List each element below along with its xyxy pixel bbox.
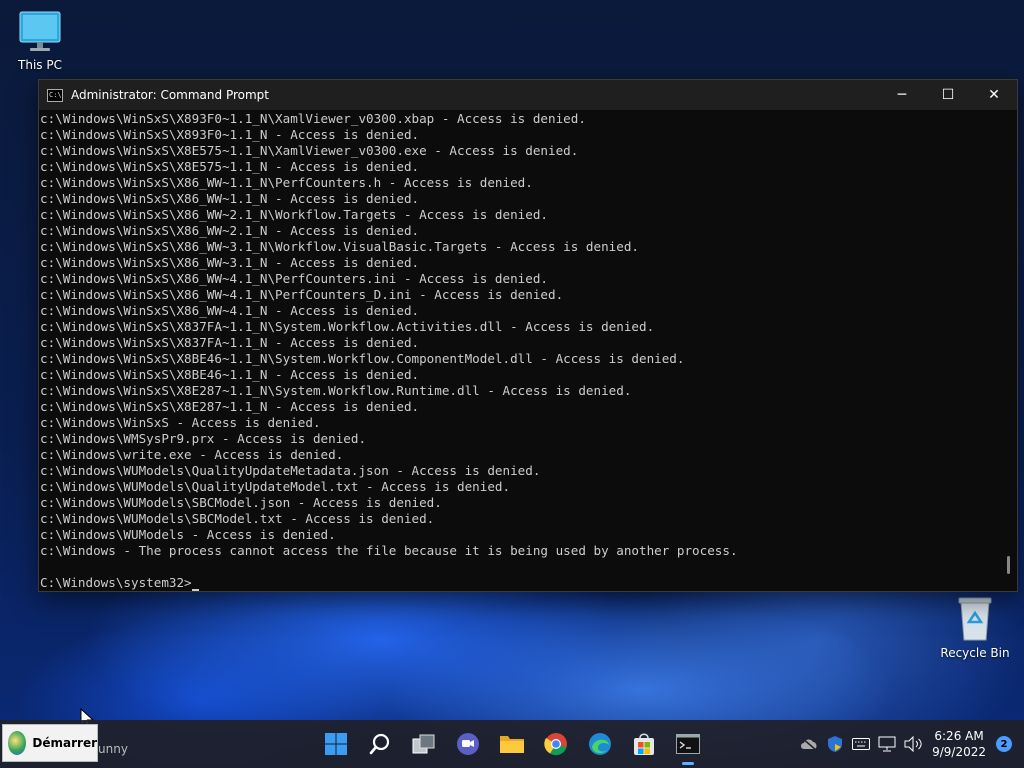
console-output[interactable]: c:\Windows\WinSxS\X893F0~1.1_N\XamlViewe… [39, 110, 999, 591]
console-line: c:\Windows\WinSxS\X893F0~1.1_N - Access … [40, 127, 420, 142]
console-line: c:\Windows\WinSxS\X86_WW~3.1_N - Access … [40, 255, 420, 270]
command-prompt-icon [676, 734, 700, 754]
console-line: c:\Windows\WinSxS\X8E575~1.1_N - Access … [40, 159, 420, 174]
console-line: c:\Windows\WUModels\SBCModel.json - Acce… [40, 495, 442, 510]
console-prompt: C:\Windows\system32> [40, 575, 192, 590]
console-line: c:\Windows\WinSxS\X8BE46~1.1_N - Access … [40, 367, 420, 382]
taskbar-chat[interactable] [446, 720, 490, 768]
desktop-icon-this-pc[interactable]: This PC [0, 10, 80, 72]
taskbar-store[interactable] [622, 720, 666, 768]
task-view-icon [412, 734, 435, 754]
monitor-icon [19, 11, 61, 51]
system-tray: 6:26 AM 9/9/2022 2 [796, 720, 1024, 768]
console-line: c:\Windows\WUModels - Access is denied. [40, 527, 336, 542]
tray-security[interactable] [822, 720, 848, 768]
console-line: c:\Windows\WUModels\QualityUpdateMetadat… [40, 463, 541, 478]
console-line: c:\Windows\WinSxS\X837FA~1.1_N - Access … [40, 335, 420, 350]
console-line: c:\Windows\WinSxS\X86_WW~4.1_N\PerfCount… [40, 271, 548, 286]
cloud-off-icon [801, 737, 817, 751]
console-line: c:\Windows\WinSxS\X86_WW~1.1_N - Access … [40, 191, 420, 206]
command-prompt-window[interactable]: C:\ Administrator: Command Prompt ─ ☐ ✕ … [38, 79, 1018, 592]
desktop-icon-label: Recycle Bin [940, 646, 1010, 660]
vertical-scrollbar[interactable] [999, 110, 1017, 591]
console-line: c:\Windows\write.exe - Access is denied. [40, 447, 344, 462]
console-line: c:\Windows\WinSxS\X8E287~1.1_N - Access … [40, 399, 420, 414]
console-line: c:\Windows\WinSxS\X86_WW~2.1_N - Access … [40, 223, 420, 238]
console-line: c:\Windows\WinSxS\X8BE46~1.1_N\System.Wo… [40, 351, 685, 366]
taskbar-task-view[interactable] [402, 720, 446, 768]
desktop-icon-label: This PC [18, 58, 62, 72]
console-line: c:\Windows\WMSysPr9.prx - Access is deni… [40, 431, 367, 446]
taskbar-file-explorer[interactable] [490, 720, 534, 768]
console-line: c:\Windows\WinSxS - Access is denied. [40, 415, 321, 430]
windows-start-icon [325, 733, 347, 755]
minimize-button[interactable]: ─ [879, 80, 925, 110]
taskbar-command-prompt[interactable] [666, 720, 710, 768]
search-icon [369, 733, 390, 755]
chrome-icon [544, 733, 567, 756]
notification-badge[interactable]: 2 [996, 736, 1012, 752]
console-line: c:\Windows\WinSxS\X86_WW~2.1_N\Workflow.… [40, 207, 548, 222]
taskbar-chrome[interactable] [534, 720, 578, 768]
console-line: c:\Windows\WinSxS\X8E287~1.1_N\System.Wo… [40, 383, 632, 398]
keyboard-icon [852, 738, 871, 750]
taskbar-search[interactable] [358, 720, 402, 768]
tray-network[interactable] [874, 720, 900, 768]
console-line: c:\Windows\WinSxS\X893F0~1.1_N\XamlViewe… [40, 111, 586, 126]
network-icon [878, 736, 896, 752]
console-line: c:\Windows\WinSxS\X86_WW~1.1_N\PerfCount… [40, 175, 533, 190]
store-icon [634, 733, 654, 755]
edge-icon [589, 733, 611, 755]
tray-onedrive[interactable] [796, 720, 822, 768]
taskbar: Démarrer unny 6:26 AM 9/9/2022 2 [0, 720, 1024, 768]
tray-volume[interactable] [900, 720, 926, 768]
console-line: c:\Windows - The process cannot access t… [40, 543, 738, 558]
console-line: c:\Windows\WinSxS\X8E575~1.1_N\XamlViewe… [40, 143, 579, 158]
command-prompt-icon: C:\ [47, 88, 63, 102]
close-button[interactable]: ✕ [971, 80, 1017, 110]
window-title: Administrator: Command Prompt [71, 88, 269, 102]
taskbar-edge[interactable] [578, 720, 622, 768]
console-prompt-line: C:\Windows\system32> [40, 575, 999, 591]
console-line: c:\Windows\WinSxS\X837FA~1.1_N\System.Wo… [40, 319, 655, 334]
window-titlebar[interactable]: C:\ Administrator: Command Prompt ─ ☐ ✕ [39, 80, 1017, 110]
taskbar-apps [314, 720, 710, 768]
volume-icon [904, 736, 922, 752]
scrollbar-thumb[interactable] [1007, 556, 1010, 574]
file-explorer-icon [500, 736, 524, 753]
taskbar-obscured-text: unny [98, 742, 128, 756]
chat-icon [457, 733, 479, 755]
start-orb-icon [8, 731, 27, 755]
text-cursor [191, 577, 199, 591]
desktop-icon-recycle-bin[interactable]: Recycle Bin [935, 596, 1015, 660]
recycle-bin-icon [958, 597, 992, 641]
taskbar-start[interactable] [314, 720, 358, 768]
console-line: c:\Windows\WinSxS\X86_WW~3.1_N\Workflow.… [40, 239, 639, 254]
taskbar-clock[interactable]: 6:26 AM 9/9/2022 [926, 728, 992, 760]
shield-icon [828, 736, 843, 752]
start-label: Démarrer [32, 736, 97, 750]
start-button[interactable]: Démarrer [2, 724, 98, 762]
console-line: c:\Windows\WUModels\QualityUpdateModel.t… [40, 479, 511, 494]
console-line: c:\Windows\WinSxS\X86_WW~4.1_N\PerfCount… [40, 287, 564, 302]
maximize-button[interactable]: ☐ [925, 80, 971, 110]
console-line: c:\Windows\WUModels\SBCModel.txt - Acces… [40, 511, 435, 526]
clock-date: 9/9/2022 [932, 745, 986, 759]
console-line: c:\Windows\WinSxS\X86_WW~4.1_N - Access … [40, 303, 420, 318]
tray-keyboard[interactable] [848, 720, 874, 768]
clock-time: 6:26 AM [934, 729, 984, 743]
